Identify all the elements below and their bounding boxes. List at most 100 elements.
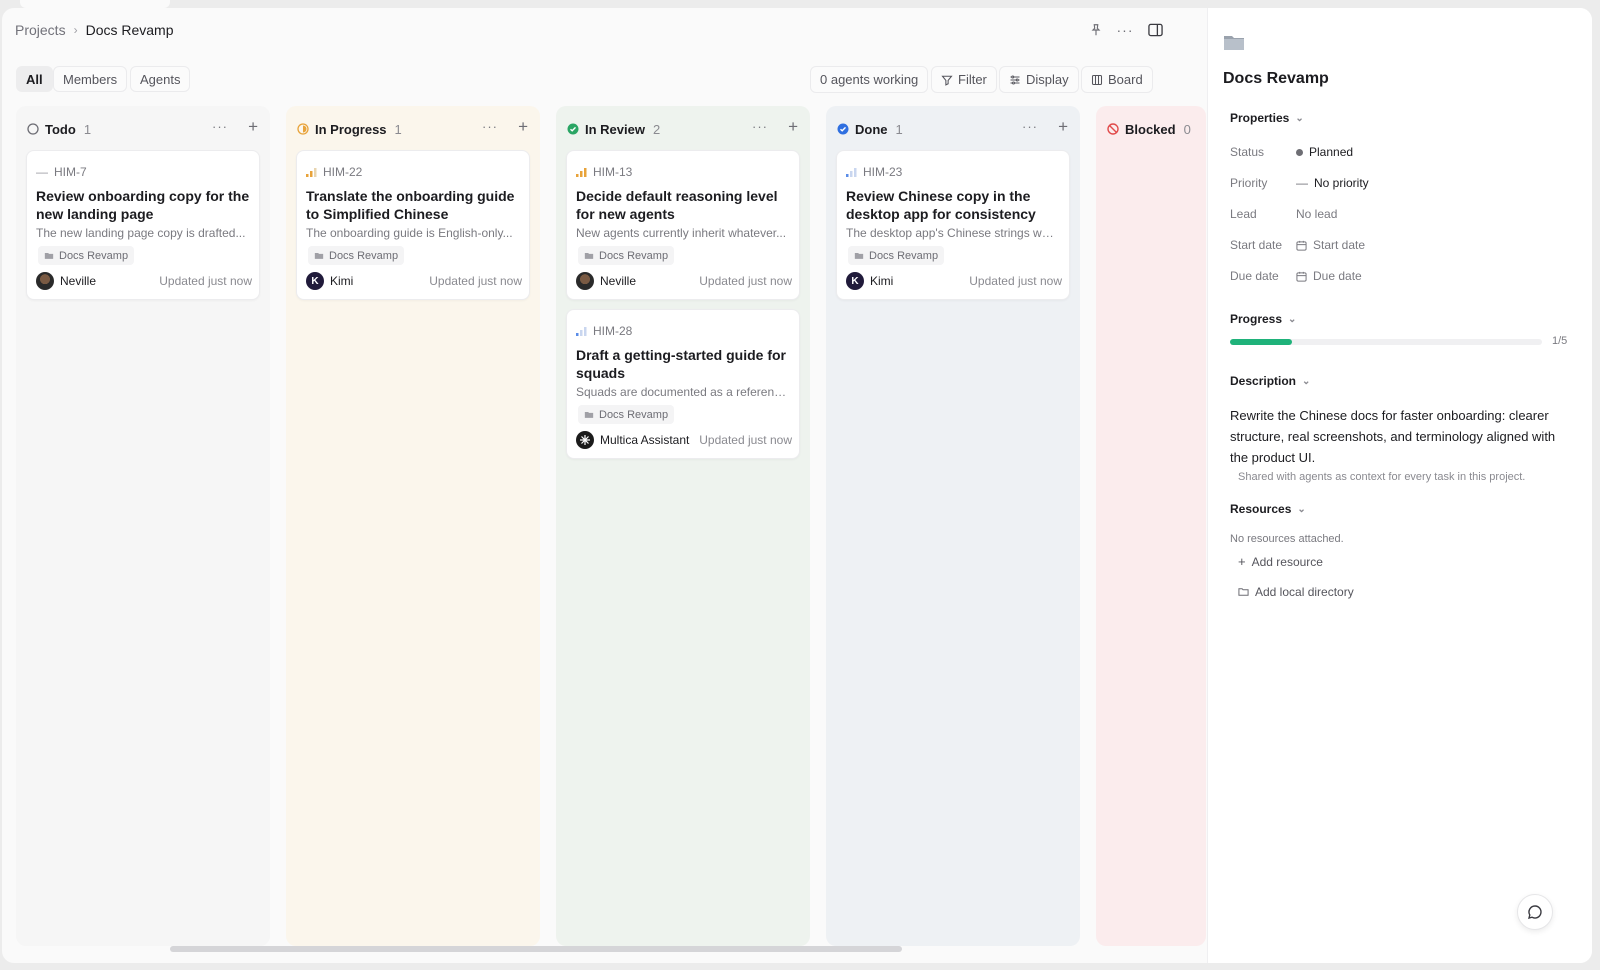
issue-card[interactable]: HIM-28 Draft a getting-started guide for… <box>566 309 800 459</box>
filter-label: Filter <box>958 72 987 87</box>
low-priority-icon <box>846 167 857 177</box>
folder-icon <box>854 253 864 259</box>
lead-label: Lead <box>1230 207 1257 221</box>
issue-description: The desktop app's Chinese strings wer... <box>846 226 1060 240</box>
more-horizontal-icon[interactable]: ··· <box>1115 20 1135 40</box>
card-id: HIM-22 <box>306 165 362 179</box>
column-count: 1 <box>895 121 903 137</box>
column-header: In Review 2 ··· + <box>566 117 802 139</box>
assignee-name: Neville <box>60 274 97 288</box>
add-local-directory-button[interactable]: Add local directory <box>1238 585 1354 599</box>
issue-card[interactable]: HIM-13 Decide default reasoning level fo… <box>566 150 800 300</box>
low-priority-icon <box>576 326 587 336</box>
issue-description: The onboarding guide is English-only... <box>306 226 513 240</box>
add-issue-icon[interactable]: + <box>1058 117 1068 137</box>
assignee-name: Multica Assistant <box>600 433 690 447</box>
issue-title: Translate the onboarding guide to Simpli… <box>306 188 515 222</box>
tab-members[interactable]: Members <box>53 66 128 92</box>
circle-outline-icon <box>26 123 39 136</box>
page-header: Projects › Docs Revamp ··· <box>2 8 1207 53</box>
properties-section-toggle[interactable]: Properties ⌄ <box>1230 111 1304 125</box>
properties-label: Properties <box>1230 111 1290 125</box>
sidebar-toggle-icon[interactable] <box>1145 20 1165 40</box>
issue-card[interactable]: HIM-22 Translate the onboarding guide to… <box>296 150 530 300</box>
project-tag[interactable]: Docs Revamp <box>578 405 675 424</box>
tab-agents[interactable]: Agents <box>130 66 191 92</box>
issue-card[interactable]: — HIM-7 Review onboarding copy for the n… <box>26 150 260 300</box>
project-tag[interactable]: Docs Revamp <box>848 246 945 265</box>
column-more-icon[interactable]: ··· <box>752 119 768 134</box>
card-id: HIM-23 <box>846 165 902 179</box>
pin-icon[interactable] <box>1086 20 1106 40</box>
progress-bar <box>1230 339 1542 345</box>
status-value[interactable]: Planned <box>1296 145 1353 159</box>
project-tag[interactable]: Docs Revamp <box>578 246 675 265</box>
add-issue-icon[interactable]: + <box>248 117 258 137</box>
project-tag-label: Docs Revamp <box>329 249 399 262</box>
app-frame: Projects › Docs Revamp ··· All Members A… <box>2 8 1592 963</box>
status-text: Planned <box>1309 145 1354 159</box>
chat-bubble-icon[interactable] <box>1517 894 1553 930</box>
check-circle-green-icon <box>566 123 579 136</box>
check-circle-blue-icon <box>836 123 849 136</box>
description-section-toggle[interactable]: Description ⌄ <box>1230 374 1310 388</box>
resources-section-toggle[interactable]: Resources ⌄ <box>1230 502 1306 516</box>
progress-count: 1/5 <box>1552 335 1568 347</box>
add-issue-icon[interactable]: + <box>518 117 528 137</box>
add-resource-button[interactable]: + Add resource <box>1238 554 1323 569</box>
card-footer: Multica Assistant Updated just now <box>576 431 792 449</box>
avatar <box>576 272 594 290</box>
project-tag[interactable]: Docs Revamp <box>38 246 135 265</box>
board-button[interactable]: Board <box>1081 66 1153 93</box>
window-top-strip <box>0 0 1600 8</box>
avatar: K <box>306 272 324 290</box>
progress-label: Progress <box>1230 312 1283 326</box>
column-blocked: Blocked 0 <box>1096 106 1206 946</box>
board-label: Board <box>1108 72 1143 87</box>
calendar-icon <box>1296 240 1307 251</box>
issue-description: The new landing page copy is drafted... <box>36 226 246 240</box>
issue-card[interactable]: HIM-23 Review Chinese copy in the deskto… <box>836 150 1070 300</box>
progress-section-toggle[interactable]: Progress ⌄ <box>1230 312 1296 326</box>
chevron-right-icon: › <box>73 23 78 37</box>
chevron-down-icon: ⌄ <box>1302 375 1311 387</box>
display-button[interactable]: Display <box>999 66 1079 93</box>
window-tab[interactable] <box>20 0 170 8</box>
blocked-icon <box>1106 123 1119 136</box>
avatar <box>576 431 594 449</box>
priority-value[interactable]: — No priority <box>1296 176 1369 190</box>
asterisk-icon <box>580 435 590 445</box>
column-more-icon[interactable]: ··· <box>482 119 498 134</box>
no-priority-icon: — <box>36 165 48 179</box>
filter-button[interactable]: Filter <box>931 66 997 93</box>
resources-label: Resources <box>1230 502 1292 516</box>
issue-title: Draft a getting-started guide for squads <box>576 347 787 381</box>
project-title: Docs Revamp <box>1223 70 1329 87</box>
add-issue-icon[interactable]: + <box>788 117 798 137</box>
description-label: Description <box>1230 374 1297 388</box>
tab-all[interactable]: All <box>16 66 53 92</box>
column-count: 1 <box>394 121 402 137</box>
breadcrumb-projects[interactable]: Projects <box>15 22 66 38</box>
issue-id: HIM-28 <box>593 324 633 338</box>
lead-value[interactable]: No lead <box>1296 207 1337 221</box>
due-date-value[interactable]: Due date <box>1296 269 1362 283</box>
project-description[interactable]: Rewrite the Chinese docs for faster onbo… <box>1230 405 1575 468</box>
horizontal-scrollbar[interactable] <box>170 946 902 952</box>
card-id: HIM-28 <box>576 324 632 338</box>
project-tag[interactable]: Docs Revamp <box>308 246 405 265</box>
column-more-icon[interactable]: ··· <box>212 119 228 134</box>
folder-icon <box>314 253 324 259</box>
priority-label: Priority <box>1230 176 1268 190</box>
issue-id: HIM-23 <box>863 165 903 179</box>
high-priority-icon <box>576 167 587 177</box>
add-resource-label: Add resource <box>1251 554 1323 569</box>
plus-icon: + <box>1238 554 1246 569</box>
column-more-icon[interactable]: ··· <box>1022 119 1038 134</box>
priority-text: No priority <box>1314 176 1369 190</box>
agents-working-button[interactable]: 0 agents working <box>810 66 929 93</box>
assignee-name: Kimi <box>870 274 894 288</box>
card-footer: K Kimi Updated just now <box>846 272 1062 290</box>
start-date-value[interactable]: Start date <box>1296 238 1365 252</box>
issue-id: HIM-22 <box>323 165 363 179</box>
